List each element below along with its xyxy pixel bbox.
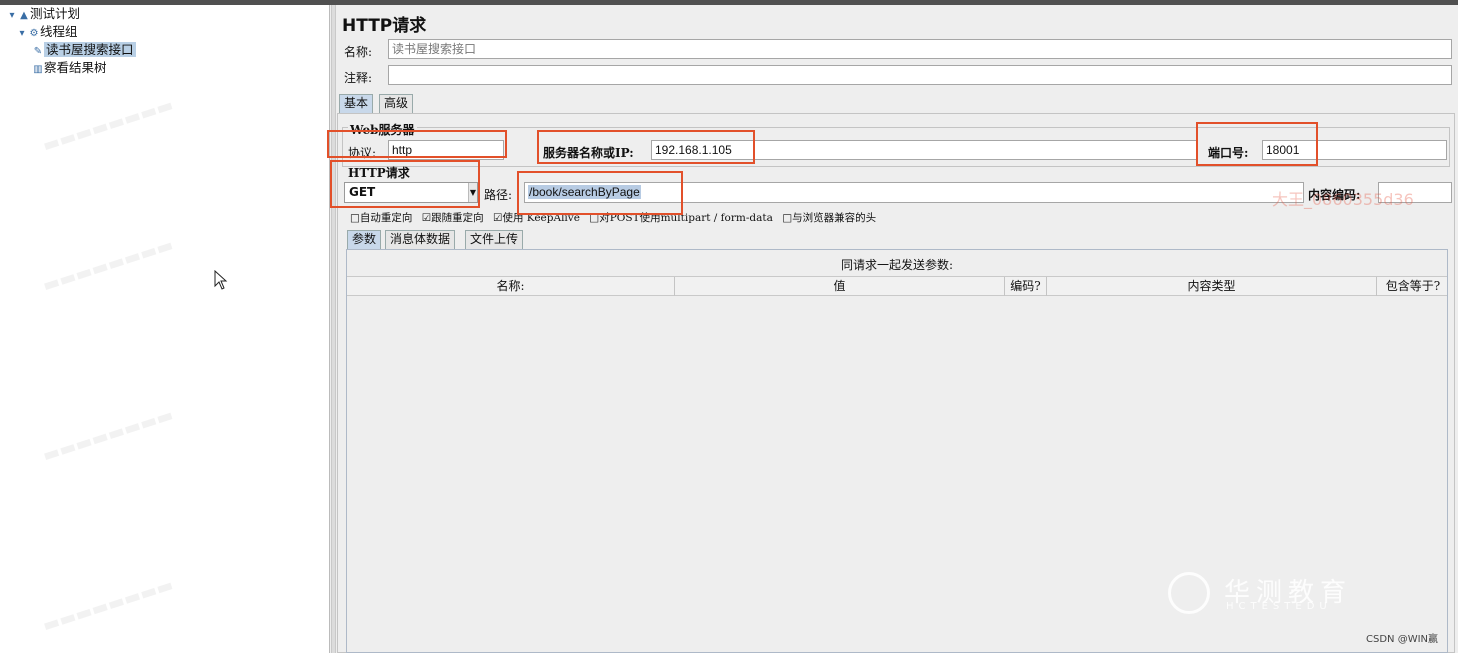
watermark-decoration: ▬▬▬▬▬▬▬▬ (40, 404, 176, 467)
name-field[interactable]: 读书屋搜索接口 (388, 39, 1452, 59)
tree-item-result-tree[interactable]: ▥察看结果树 (32, 59, 106, 77)
csdn-watermark: CSDN @WIN赢 (1366, 634, 1439, 645)
watermark-overlay-text: 大王_0860355d36 (1272, 190, 1414, 209)
comment-label: 注释: (344, 71, 373, 85)
name-label: 名称: (344, 45, 373, 59)
tab-parameters[interactable]: 参数 (347, 230, 382, 249)
logo-text-en: HCTESTEDU (1226, 601, 1332, 612)
column-include-equals[interactable]: 包含等于? (1377, 277, 1449, 296)
watermark-decoration: ▬▬▬▬▬▬▬▬ (40, 94, 176, 157)
path-label: 路径: (484, 188, 513, 202)
column-value[interactable]: 值 (675, 277, 1005, 296)
highlight-port (1196, 122, 1318, 166)
tab-advanced[interactable]: 高级 (379, 94, 414, 113)
tab-basic[interactable]: 基本 (339, 94, 374, 113)
tab-file-upload[interactable]: 文件上传 (465, 230, 524, 249)
tree-item-test-plan[interactable]: ▾ ▲ 测试计划 (6, 5, 80, 23)
table-caption: 同请求一起发送参数: (840, 258, 954, 272)
highlight-server-ip (537, 130, 755, 164)
watermark-decoration: ▬▬▬▬▬▬▬▬ (40, 234, 176, 297)
test-plan-tree: ▾ ▲ 测试计划 ▾ ⚙ 线程组 ✎ 读书屋搜索接口 ▥察看结果树 ▬▬▬▬▬▬▬▬ ▬▬… (0, 5, 330, 653)
checkbox-browser-headers[interactable]: □与浏览器兼容的头 (782, 212, 876, 224)
tab-body-data[interactable]: 消息体数据 (385, 230, 456, 249)
checkbox-follow-redirect[interactable]: ☑跟随重定向 (422, 212, 484, 224)
highlight-path (517, 171, 683, 215)
comment-field[interactable] (388, 65, 1452, 85)
page-title: HTTP请求 (342, 16, 427, 36)
tree-item-http-sampler[interactable]: ✎ 读书屋搜索接口 (32, 41, 136, 59)
mouse-cursor-icon (214, 270, 228, 290)
watermark-decoration: ▬▬▬▬▬▬▬▬ (40, 574, 176, 637)
tree-item-thread-group[interactable]: ▾ ⚙ 线程组 (16, 23, 77, 43)
http-sampler-panel: HTTP请求 名称: 读书屋搜索接口 注释: 基本 高级 Web服务器 协议: … (336, 5, 1458, 653)
logo-icon (1168, 572, 1210, 614)
column-name[interactable]: 名称: (347, 277, 675, 296)
chart-icon: ▥ (33, 64, 43, 75)
checkbox-auto-redirect[interactable]: □自动重定向 (350, 212, 412, 224)
expand-icon[interactable]: ▾ (16, 25, 28, 43)
highlight-protocol (327, 130, 507, 158)
table-header: 名称: 值 编码? 内容类型 包含等于? (347, 276, 1447, 296)
column-content-type[interactable]: 内容类型 (1047, 277, 1377, 296)
column-encode[interactable]: 编码? (1005, 277, 1047, 296)
highlight-method (330, 160, 480, 208)
